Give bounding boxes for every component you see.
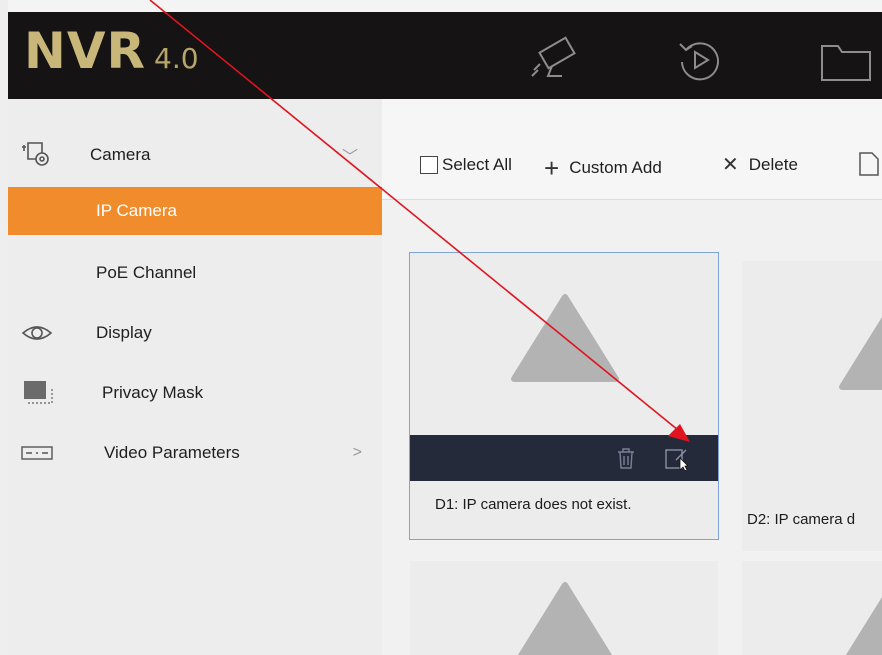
sidebar-item-label: Camera [90, 145, 151, 164]
camera-card-d1[interactable]: D1: IP camera does not exist. [409, 252, 719, 540]
toolbar: Select All + Custom Add ✕ Delete [382, 99, 882, 200]
brand-name: NVR [24, 22, 147, 80]
sidebar-item-display[interactable]: Display [8, 309, 382, 357]
sidebar-item-label: IP Camera [96, 201, 177, 220]
card-status-label: D1: IP camera does not exist. [435, 496, 632, 513]
warning-icon [845, 597, 882, 655]
chevron-down-icon: ﹀ [341, 149, 358, 166]
sidebar-item-label: Video Parameters [104, 443, 240, 462]
delete-button[interactable]: ✕ Delete [722, 155, 798, 175]
edit-icon[interactable] [664, 446, 689, 472]
custom-add-label: Custom Add [569, 158, 662, 177]
camera-settings-icon [20, 141, 54, 169]
sidebar-item-privacy-mask[interactable]: Privacy Mask [8, 369, 382, 417]
warning-icon [839, 317, 882, 390]
sidebar-item-camera[interactable]: Camera ﹀ [8, 131, 382, 179]
sidebar-item-label: Privacy Mask [102, 383, 204, 402]
top-bar: NVR 4.0 [8, 12, 882, 99]
camera-card-d2[interactable]: D2: IP camera d [742, 261, 882, 551]
plus-icon: + [544, 153, 560, 183]
close-icon: ✕ [722, 154, 739, 176]
monitor-bezel-left [0, 0, 8, 655]
monitor-bezel-top [0, 0, 882, 12]
select-all-label: Select All [442, 155, 512, 174]
eye-icon [20, 319, 54, 347]
camera-icon[interactable] [526, 30, 586, 90]
warning-icon [517, 582, 613, 655]
select-all-checkbox[interactable] [420, 156, 438, 174]
sidebar-item-ip-camera[interactable]: IP Camera [8, 187, 382, 235]
brand-logo: NVR 4.0 [24, 22, 199, 80]
import-icon[interactable] [858, 151, 880, 177]
folder-icon[interactable] [814, 30, 874, 90]
delete-label: Delete [748, 155, 798, 174]
sidebar-item-label: Display [96, 323, 152, 342]
camera-card-d4[interactable] [742, 561, 882, 655]
nvr-screen: NVR 4.0 Camera ﹀ IP Camera PoE Channel D… [8, 12, 882, 655]
trash-icon[interactable] [614, 446, 638, 470]
ip-camera-panel: Select All + Custom Add ✕ Delete D1: IP … [382, 99, 882, 655]
custom-add-button[interactable]: + Custom Add [544, 155, 662, 181]
video-parameters-icon [20, 439, 54, 467]
warning-icon [511, 294, 619, 382]
camera-card-d3[interactable] [410, 561, 718, 655]
sidebar-item-label: PoE Channel [96, 263, 197, 282]
privacy-mask-icon [20, 379, 54, 407]
playback-icon[interactable] [670, 30, 730, 90]
brand-version: 4.0 [154, 42, 199, 75]
sidebar-item-poe-channel[interactable]: PoE Channel [8, 249, 382, 297]
sidebar: Camera ﹀ IP Camera PoE Channel Display P… [8, 99, 382, 655]
sidebar-item-video-parameters[interactable]: Video Parameters > [8, 429, 382, 477]
card-action-bar [410, 435, 718, 481]
card-status-label: D2: IP camera d [747, 511, 856, 528]
select-all-button[interactable]: Select All [420, 155, 512, 175]
chevron-right-icon: > [352, 444, 362, 461]
